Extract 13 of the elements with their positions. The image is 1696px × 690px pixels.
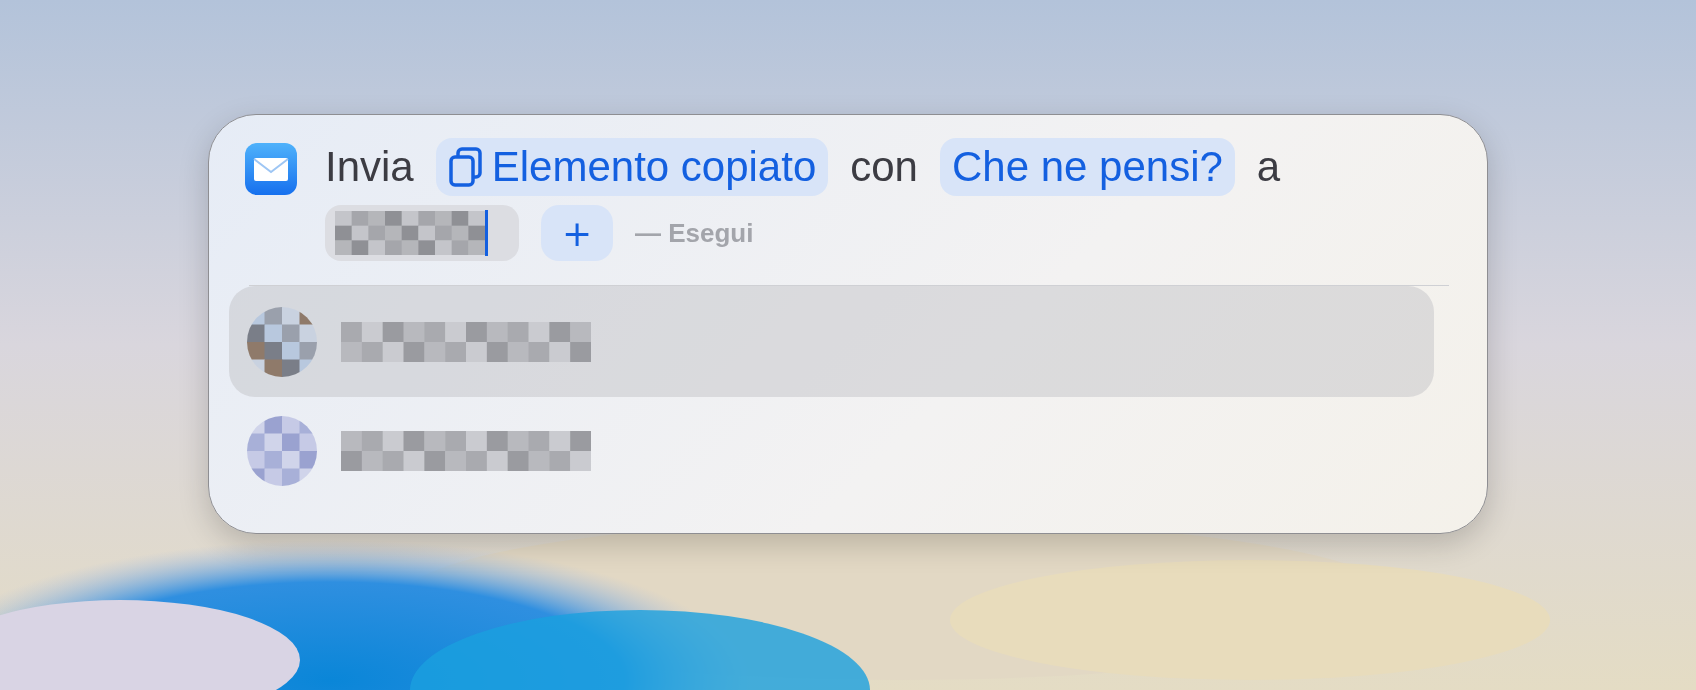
avatar (247, 416, 317, 486)
recipient-field[interactable] (325, 205, 519, 261)
sentence-word: con (850, 142, 918, 192)
run-hint: — Esegui (635, 217, 754, 249)
avatar (247, 306, 317, 377)
sentence-word: a (1256, 142, 1281, 192)
contact-suggestion[interactable] (229, 286, 1434, 397)
mail-app-icon (245, 143, 297, 195)
copy-icon (447, 146, 484, 188)
sentence-word: Invia (325, 142, 414, 192)
text-token[interactable]: Che ne pensi? (940, 138, 1235, 196)
add-button[interactable]: + (541, 205, 613, 261)
variable-token[interactable]: Elemento copiato (435, 138, 829, 196)
